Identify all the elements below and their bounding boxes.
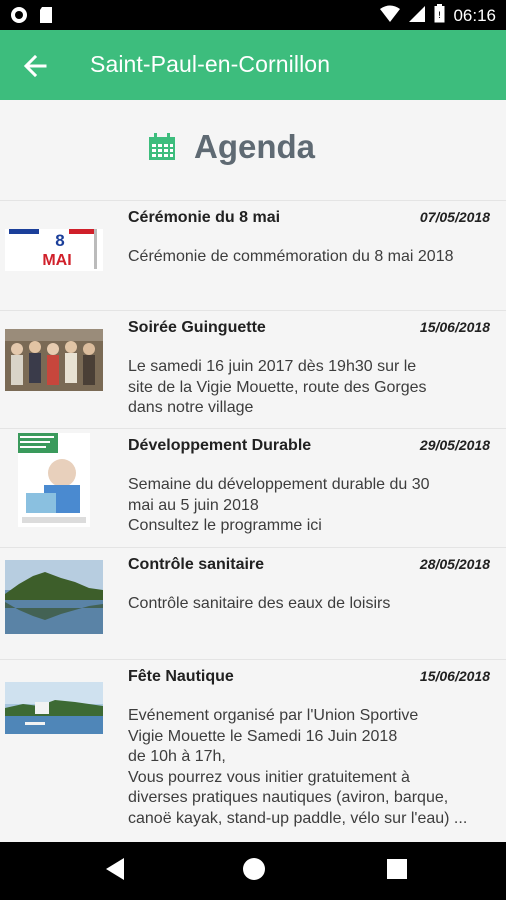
event-date: 07/05/2018: [419, 209, 490, 225]
event-item[interactable]: 8 MAI Cérémonie du 8 mai 07/05/2018 Céré…: [0, 200, 506, 311]
event-title: Développement Durable: [128, 437, 312, 454]
event-description: Cérémonie de commémoration du 8 mai 2018: [128, 248, 454, 265]
status-bar: ! 06:16: [0, 0, 506, 30]
sd-card-icon: [38, 6, 54, 28]
event-date: 29/05/2018: [419, 437, 490, 453]
nav-back-button[interactable]: [104, 856, 126, 886]
wifi-icon: [380, 5, 401, 27]
event-title: Soirée Guinguette: [128, 319, 266, 336]
nav-home-button[interactable]: [241, 856, 267, 886]
event-description: Semaine du développement durable du 30 m…: [128, 476, 430, 534]
event-title: Contrôle sanitaire: [128, 556, 265, 573]
event-thumbnail: [5, 329, 103, 391]
svg-text:!: !: [438, 11, 442, 21]
event-description: Evénement organisé par l'Union Sportive …: [128, 707, 468, 827]
nav-recents-button[interactable]: [385, 856, 409, 886]
event-thumbnail: [5, 682, 103, 734]
thumb-text-mai: MAI: [42, 252, 71, 269]
calendar-icon: [148, 133, 176, 165]
thumb-text-8: 8: [55, 231, 64, 250]
event-description: Contrôle sanitaire des eaux de loisirs: [128, 595, 391, 612]
event-thumbnail: [18, 433, 90, 527]
event-item[interactable]: Soirée Guinguette 15/06/2018 Le samedi 1…: [0, 310, 506, 429]
status-time: 06:16: [453, 5, 496, 25]
agenda-header: Agenda: [0, 100, 506, 200]
event-item[interactable]: Fête Nautique 15/06/2018 Evénement organ…: [0, 659, 506, 843]
arrow-back-icon: [23, 54, 47, 78]
event-date: 15/06/2018: [419, 668, 490, 684]
battery-icon: !: [434, 4, 445, 27]
event-item[interactable]: Contrôle sanitaire 28/05/2018 Contrôle s…: [0, 547, 506, 660]
event-date: 15/06/2018: [419, 319, 490, 335]
event-thumbnail: [5, 560, 103, 634]
event-thumbnail: 8 MAI: [5, 229, 103, 271]
notification-circle-icon: [10, 6, 28, 28]
navigation-bar: [0, 842, 506, 900]
event-description: Le samedi 16 juin 2017 dès 19h30 sur le …: [128, 358, 427, 416]
circle-home-icon: [243, 858, 265, 880]
triangle-back-icon: [106, 858, 124, 880]
page-title: Agenda: [194, 128, 316, 165]
app-bar: Saint-Paul-en-Cornillon: [0, 30, 506, 100]
event-date: 28/05/2018: [419, 556, 490, 572]
back-button[interactable]: [20, 51, 50, 81]
square-recents-icon: [387, 859, 407, 879]
event-title: Cérémonie du 8 mai: [128, 209, 281, 226]
event-item[interactable]: Développement Durable 29/05/2018 Semaine…: [0, 428, 506, 548]
event-title: Fête Nautique: [128, 668, 234, 685]
app-title: Saint-Paul-en-Cornillon: [90, 51, 331, 77]
signal-icon: [408, 5, 426, 27]
